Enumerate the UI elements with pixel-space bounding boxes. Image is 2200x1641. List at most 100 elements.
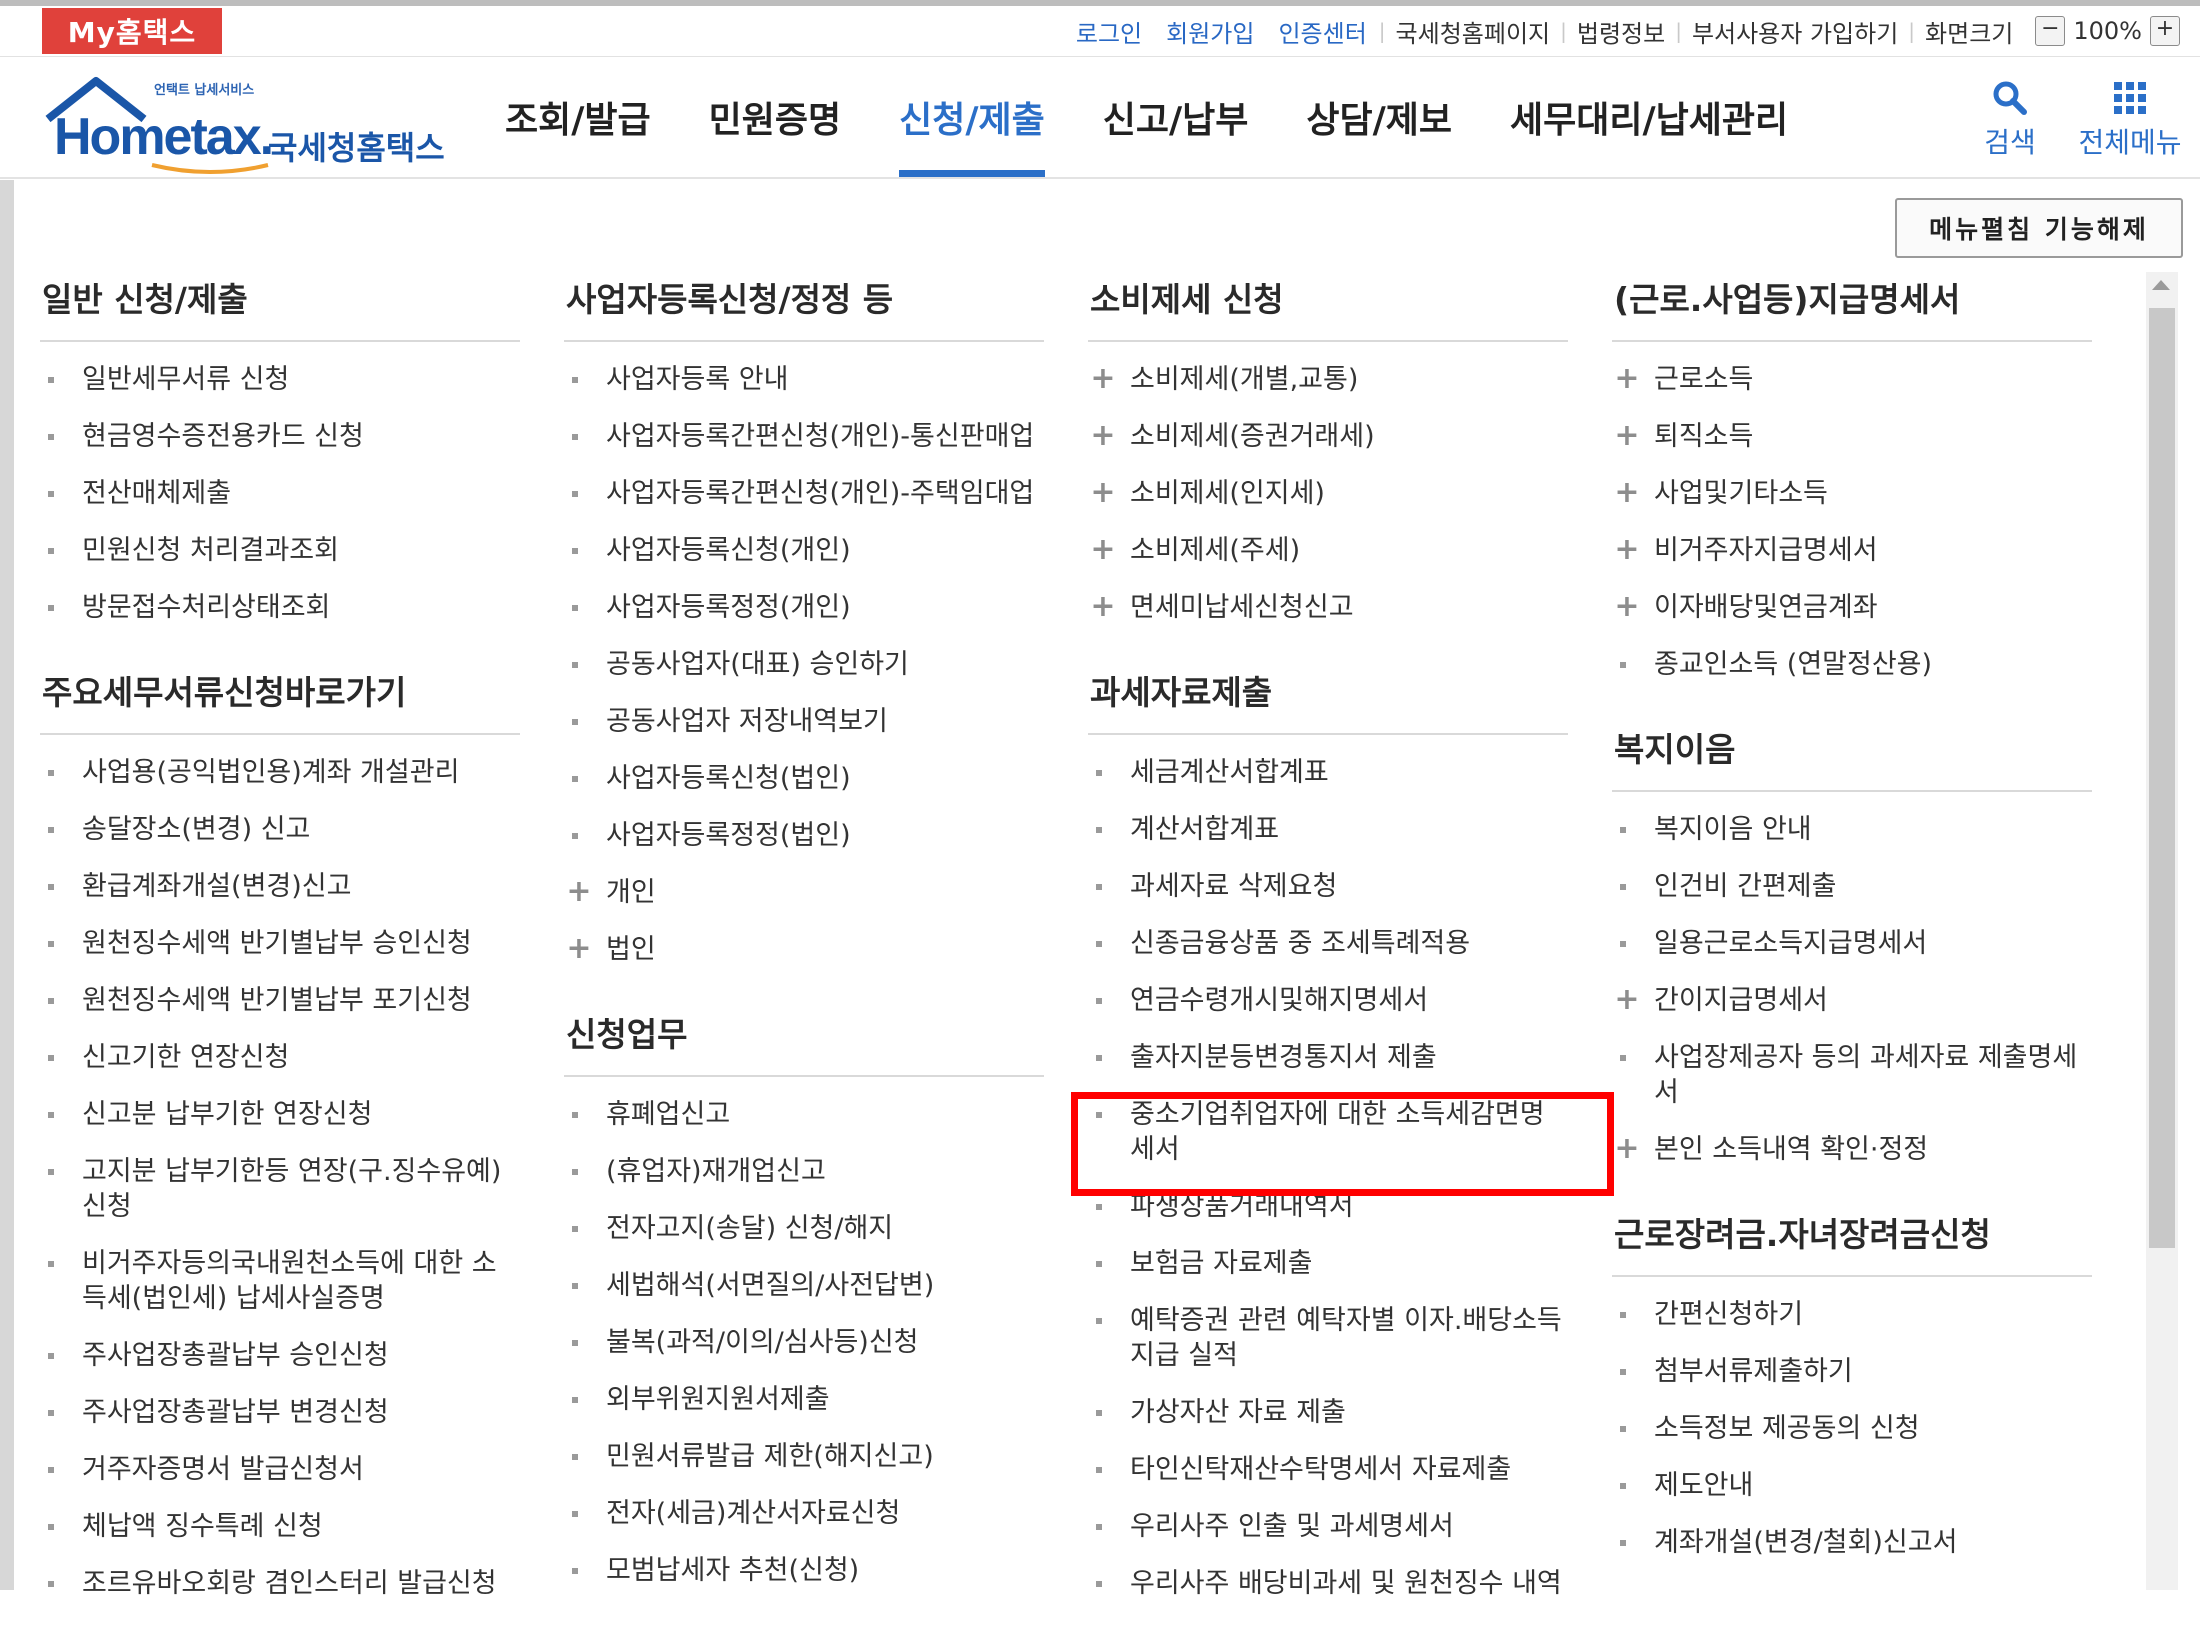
plus-icon[interactable]: + <box>564 877 594 907</box>
login-link[interactable]: 로그인 <box>1076 14 1142 49</box>
menu-item[interactable]: 비거주자등의국내원천소득에 대한 소득세(법인세) 납세사실증명 <box>40 1246 520 1316</box>
menu-item-expandable[interactable]: + 소비제세(개별,교통) <box>1088 362 1568 397</box>
menu-item[interactable]: 전산매체제출 <box>40 476 520 511</box>
plus-icon[interactable]: + <box>1612 592 1642 622</box>
menu-item[interactable]: 계좌개설(변경/철회)신고서 <box>1612 1525 2092 1560</box>
menu-item[interactable]: 원천징수세액 반기별납부 승인신청 <box>40 926 520 961</box>
menu-item[interactable]: 사업자등록정정(개인) <box>564 590 1044 625</box>
menu-item[interactable]: 보험금 자료제출 <box>1088 1246 1568 1281</box>
plus-icon[interactable]: + <box>1612 421 1642 451</box>
menu-item[interactable]: 전자(세금)계산서자료신청 <box>564 1496 1044 1531</box>
plus-icon[interactable]: + <box>1612 1134 1642 1164</box>
menu-item[interactable]: 모범납세자 추천(신청) <box>564 1553 1044 1588</box>
menu-item[interactable]: 체납액 징수특례 신청 <box>40 1509 520 1544</box>
search-button[interactable]: 검색 <box>1950 75 2070 161</box>
menu-item[interactable]: 우리사주 배당비과세 및 원천징수 내역 <box>1088 1566 1568 1601</box>
menu-item[interactable]: 주사업장총괄납부 승인신청 <box>40 1338 520 1373</box>
plus-icon[interactable]: + <box>1088 364 1118 394</box>
my-hometax-button[interactable]: My홈택스 <box>42 8 222 54</box>
gnb-consult-report[interactable]: 상담/제보 <box>1306 57 1452 177</box>
menu-item[interactable]: 제도안내 <box>1612 1468 2092 1503</box>
plus-icon[interactable]: + <box>1088 592 1118 622</box>
cert-center-link[interactable]: 인증센터 <box>1278 14 1366 49</box>
menu-item[interactable]: 사업자등록정정(법인) <box>564 818 1044 853</box>
gnb-apply-submit[interactable]: 신청/제출 <box>899 57 1045 177</box>
menu-item-expandable[interactable]: + 간이지급명세서 <box>1612 983 2092 1018</box>
menu-item[interactable]: 소득정보 제공동의 신청 <box>1612 1411 2092 1446</box>
menu-item-expandable[interactable]: + 근로소득 <box>1612 362 2092 397</box>
law-info-link[interactable]: 법령정보 <box>1577 14 1665 49</box>
menu-item[interactable]: 공동사업자(대표) 승인하기 <box>564 647 1044 682</box>
scroll-up-arrow-icon[interactable] <box>2152 280 2170 290</box>
menu-item[interactable]: 과세자료 삭제요청 <box>1088 869 1568 904</box>
menu-item[interactable]: 전자고지(송달) 신청/해지 <box>564 1211 1044 1246</box>
menu-item-expandable[interactable]: + 퇴직소득 <box>1612 419 2092 454</box>
plus-icon[interactable]: + <box>1612 535 1642 565</box>
menu-item-expandable[interactable]: + 사업및기타소득 <box>1612 476 2092 511</box>
menu-item[interactable]: (휴업자)재개업신고 <box>564 1154 1044 1189</box>
menu-fold-toggle-button[interactable]: 메뉴펼침 기능해제 <box>1895 198 2183 258</box>
menu-item[interactable]: 종교인소득 (연말정산용) <box>1612 647 2092 682</box>
menu-item[interactable]: 세법해석(서면질의/사전답변) <box>564 1268 1044 1303</box>
menu-item[interactable]: 방문접수처리상태조회 <box>40 590 520 625</box>
menu-item-expandable[interactable]: + 면세미납세신청신고 <box>1088 590 1568 625</box>
dept-user-signup-link[interactable]: 부서사용자 가입하기 <box>1692 14 1898 49</box>
hometax-logo[interactable]: 언택트 납세서비스 Hometax. 국세청홈택스 <box>40 71 460 174</box>
menu-item[interactable]: 사업자등록간편신청(개인)-주택임대업 <box>564 476 1044 511</box>
zoom-out-button[interactable]: − <box>2035 16 2066 46</box>
menu-item[interactable]: 복지이음 안내 <box>1612 812 2092 847</box>
plus-icon[interactable]: + <box>1088 421 1118 451</box>
menu-item[interactable]: 사업자등록 안내 <box>564 362 1044 397</box>
menu-item[interactable]: 민원신청 처리결과조회 <box>40 533 520 568</box>
menu-item[interactable]: 사업자등록신청(개인) <box>564 533 1044 568</box>
menu-item[interactable]: 사업용(공익법인용)계좌 개설관리 <box>40 755 520 790</box>
vertical-scrollbar[interactable] <box>2146 272 2178 1590</box>
menu-item[interactable]: 신고기한 연장신청 <box>40 1040 520 1075</box>
zoom-in-button[interactable]: + <box>2150 16 2180 46</box>
menu-item[interactable]: 주사업장총괄납부 변경신청 <box>40 1395 520 1430</box>
gnb-inquiry-issue[interactable]: 조회/발급 <box>505 57 651 177</box>
menu-item[interactable]: 사업자등록신청(법인) <box>564 761 1044 796</box>
scroll-thumb[interactable] <box>2149 308 2175 1248</box>
menu-item[interactable]: 원천징수세액 반기별납부 포기신청 <box>40 983 520 1018</box>
menu-item[interactable]: 휴폐업신고 <box>564 1097 1044 1132</box>
menu-item[interactable]: 연금수령개시및해지명세서 <box>1088 983 1568 1018</box>
signup-link[interactable]: 회원가입 <box>1166 14 1254 49</box>
menu-item[interactable]: 민원서류발급 제한(해지신고) <box>564 1439 1044 1474</box>
menu-item[interactable]: 환급계좌개설(변경)신고 <box>40 869 520 904</box>
menu-item[interactable]: 신고분 납부기한 연장신청 <box>40 1097 520 1132</box>
menu-item-expandable[interactable]: + 이자배당및연금계좌 <box>1612 590 2092 625</box>
menu-item[interactable]: 사업자등록간편신청(개인)-통신판매업 <box>564 419 1044 454</box>
plus-icon[interactable]: + <box>564 934 594 964</box>
plus-icon[interactable]: + <box>1612 478 1642 508</box>
plus-icon[interactable]: + <box>1612 364 1642 394</box>
gnb-tax-agent[interactable]: 세무대리/납세관리 <box>1510 57 1788 177</box>
menu-item[interactable]: 첨부서류제출하기 <box>1612 1354 2092 1389</box>
menu-item[interactable]: 일반세무서류 신청 <box>40 362 520 397</box>
menu-item[interactable]: 신종금융상품 중 조세특례적용 <box>1088 926 1568 961</box>
menu-item[interactable]: 타인신탁재산수탁명세서 자료제출 <box>1088 1452 1568 1487</box>
menu-item-expandable[interactable]: + 소비제세(증권거래세) <box>1088 419 1568 454</box>
menu-item-expandable[interactable]: + 법인 <box>564 932 1044 967</box>
menu-item[interactable]: 거주자증명서 발급신청서 <box>40 1452 520 1487</box>
menu-item-expandable[interactable]: + 비거주자지급명세서 <box>1612 533 2092 568</box>
menu-item[interactable]: 외부위원지원서제출 <box>564 1382 1044 1417</box>
menu-item[interactable]: 불복(과적/이의/심사등)신청 <box>564 1325 1044 1360</box>
menu-item[interactable]: 간편신청하기 <box>1612 1297 2092 1332</box>
menu-item-expandable[interactable]: + 소비제세(인지세) <box>1088 476 1568 511</box>
menu-item[interactable]: 우리사주 인출 및 과세명세서 <box>1088 1509 1568 1544</box>
plus-icon[interactable]: + <box>1088 478 1118 508</box>
menu-item[interactable]: 예탁증권 관련 예탁자별 이자.배당소득 지급 실적 <box>1088 1303 1568 1373</box>
menu-item[interactable]: 고지분 납부기한등 연장(구.징수유예)신청 <box>40 1154 520 1224</box>
gnb-report-pay[interactable]: 신고/납부 <box>1103 57 1249 177</box>
menu-item[interactable]: 가상자산 자료 제출 <box>1088 1395 1568 1430</box>
menu-item[interactable]: 인건비 간편제출 <box>1612 869 2092 904</box>
menu-item-expandable[interactable]: + 개인 <box>564 875 1044 910</box>
menu-item[interactable]: 공동사업자 저장내역보기 <box>564 704 1044 739</box>
menu-item[interactable]: 계산서합계표 <box>1088 812 1568 847</box>
gnb-civil-certificate[interactable]: 민원증명 <box>709 57 841 177</box>
menu-item[interactable]: 조르유바오회랑 겸인스터리 발급신청 <box>40 1566 520 1601</box>
menu-item-expandable[interactable]: + 소비제세(주세) <box>1088 533 1568 568</box>
menu-item[interactable]: 송달장소(변경) 신고 <box>40 812 520 847</box>
all-menu-button[interactable]: 전체메뉴 <box>2070 75 2190 161</box>
